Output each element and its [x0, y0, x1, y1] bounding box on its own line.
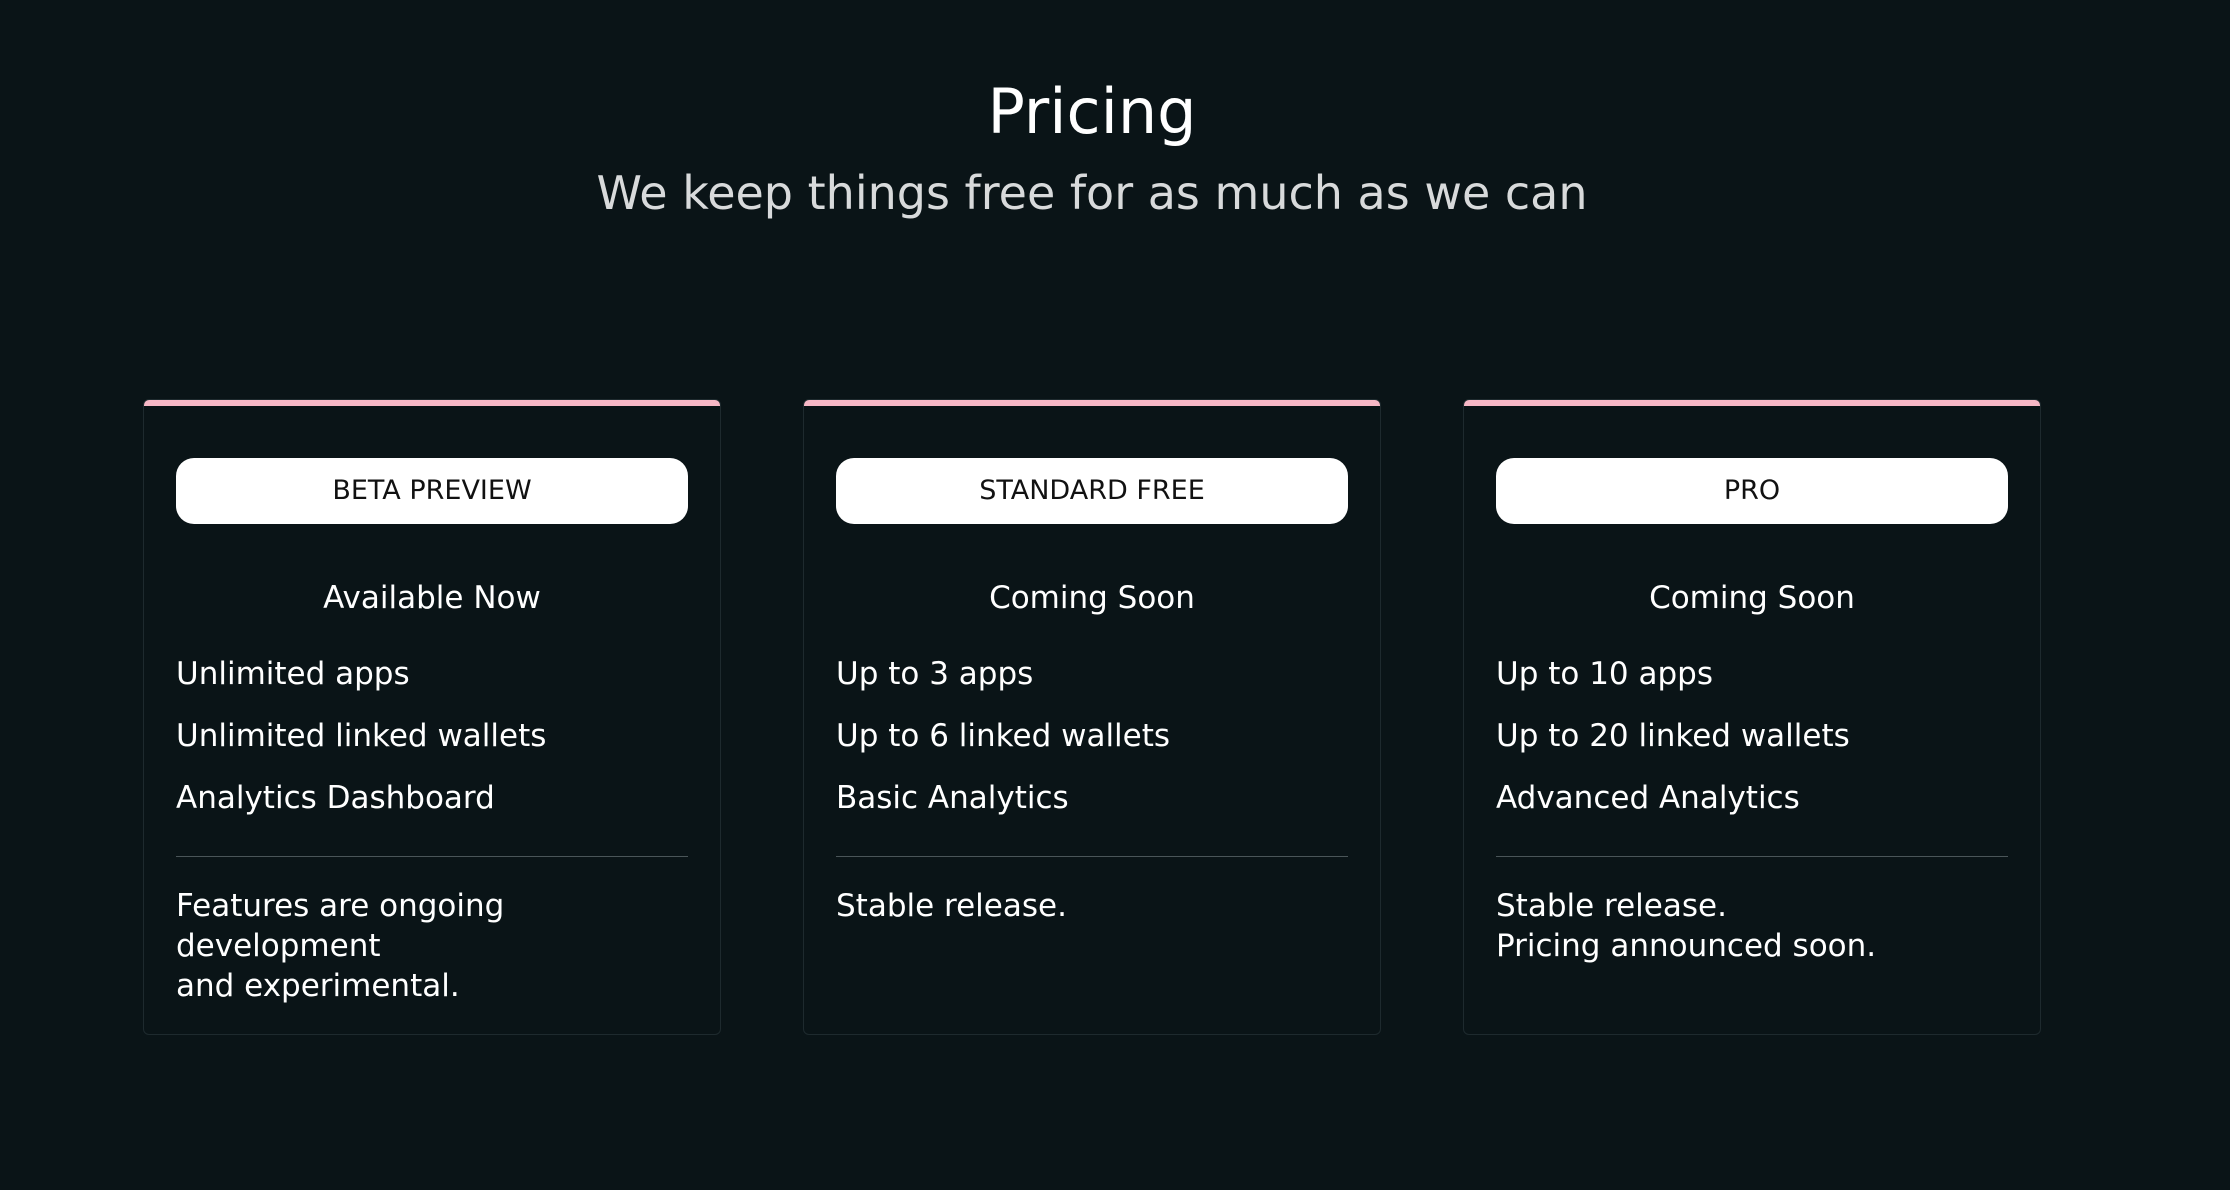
card-divider: [1496, 856, 2008, 857]
plan-availability: Available Now: [323, 580, 541, 616]
plan-button-standard-free[interactable]: STANDARD FREE: [836, 458, 1348, 524]
plan-features: Unlimited apps Unlimited linked wallets …: [176, 652, 688, 838]
feature-item: Up to 6 linked wallets: [836, 718, 1171, 754]
feature-item: Basic Analytics: [836, 780, 1069, 816]
plan-availability: Coming Soon: [989, 580, 1195, 616]
card-divider: [836, 856, 1348, 857]
plan-note: Stable release.: [836, 886, 1356, 926]
plan-note-line: Stable release.: [1496, 888, 1727, 924]
plan-features: Up to 10 apps Up to 20 linked wallets Ad…: [1496, 652, 2008, 838]
plan-note: Stable release. Pricing announced soon.: [1496, 886, 2016, 966]
feature-item: Unlimited apps: [176, 656, 410, 692]
plan-card-beta-preview: BETA PREVIEW Available Now Unlimited app…: [143, 399, 721, 1035]
feature-item: Up to 20 linked wallets: [1496, 718, 1850, 754]
feature-item: Up to 10 apps: [1496, 656, 1713, 692]
plan-button-pro[interactable]: PRO: [1496, 458, 2008, 524]
feature-item: Up to 3 apps: [836, 656, 1034, 692]
plan-note-line: and experimental.: [176, 968, 460, 1004]
card-divider: [176, 856, 688, 857]
feature-item: Analytics Dashboard: [176, 780, 495, 816]
plan-note-line: Features are ongoing development: [176, 888, 505, 964]
feature-item: Unlimited linked wallets: [176, 718, 547, 754]
pricing-cards: BETA PREVIEW Available Now Unlimited app…: [143, 399, 2043, 1037]
plan-button-beta-preview[interactable]: BETA PREVIEW: [176, 458, 688, 524]
page-subtitle: We keep things free for as much as we ca…: [596, 166, 1588, 220]
feature-item: Advanced Analytics: [1496, 780, 1800, 816]
plan-card-standard-free: STANDARD FREE Coming Soon Up to 3 apps U…: [803, 399, 1381, 1035]
plan-note: Features are ongoing development and exp…: [176, 886, 696, 1006]
plan-note-line: Pricing announced soon.: [1496, 928, 1877, 964]
plan-note-line: Stable release.: [836, 888, 1067, 924]
plan-card-pro: PRO Coming Soon Up to 10 apps Up to 20 l…: [1463, 399, 2041, 1035]
plan-availability: Coming Soon: [1649, 580, 1855, 616]
page-title: Pricing: [987, 75, 1197, 148]
plan-features: Up to 3 apps Up to 6 linked wallets Basi…: [836, 652, 1348, 838]
